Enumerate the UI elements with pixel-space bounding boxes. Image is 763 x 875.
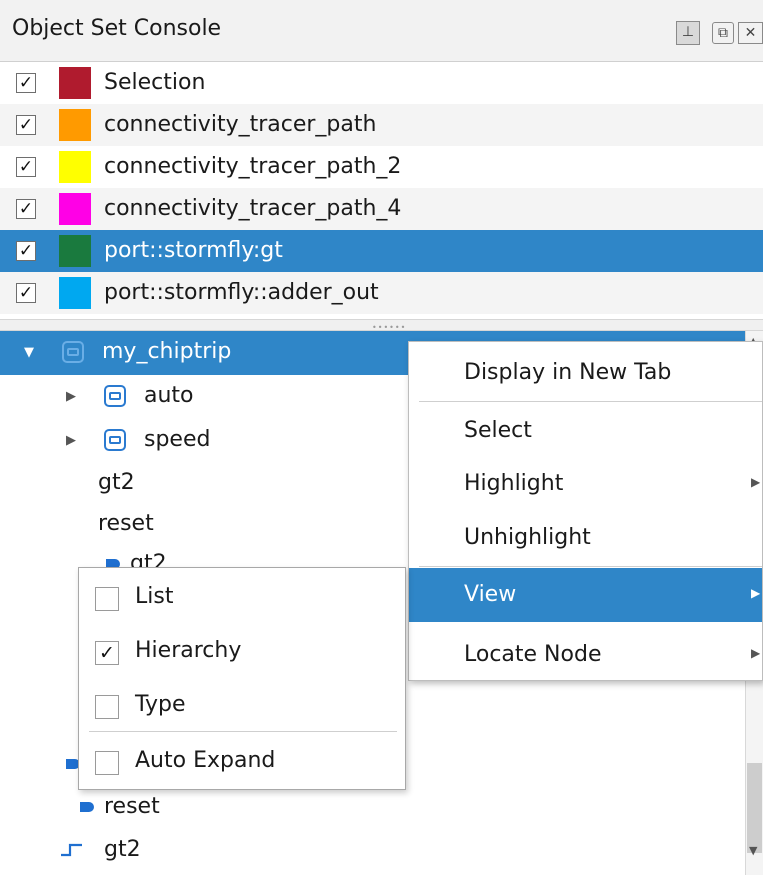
view-option-label: List xyxy=(135,584,174,609)
view-submenu: List ✓ Hierarchy Type Auto Expand xyxy=(78,567,406,790)
object-set-checkbox[interactable]: ✓ xyxy=(16,199,36,219)
float-icon[interactable]: ⧉ xyxy=(712,22,734,44)
object-set-checkbox[interactable]: ✓ xyxy=(16,283,36,303)
color-swatch[interactable] xyxy=(59,235,91,267)
tree-node-label: speed xyxy=(144,427,211,452)
tree-node-label: reset xyxy=(98,511,154,536)
menu-item-label: View xyxy=(464,582,517,607)
view-option-label: Type xyxy=(135,692,186,717)
tree-node[interactable]: reset xyxy=(0,786,745,830)
menu-item-unhighlight[interactable]: Unhighlight xyxy=(409,511,762,565)
object-set-label: connectivity_tracer_path_4 xyxy=(104,196,402,221)
menu-item-label: Highlight xyxy=(464,471,564,496)
object-set-row[interactable]: ✓ connectivity_tracer_path_2 xyxy=(0,146,763,188)
tree-node[interactable]: gt2 xyxy=(0,829,745,873)
view-checkbox[interactable] xyxy=(95,587,119,611)
view-option-list[interactable]: List xyxy=(79,570,405,624)
pane-splitter[interactable]: •••••• xyxy=(0,319,763,332)
menu-separator xyxy=(419,401,762,402)
menu-item-display-in-new-tab[interactable]: Display in New Tab xyxy=(409,346,762,400)
object-set-label: Selection xyxy=(104,70,206,95)
signal-icon xyxy=(61,843,82,857)
object-set-label: connectivity_tracer_path_2 xyxy=(104,154,402,179)
object-set-checkbox[interactable]: ✓ xyxy=(16,157,36,177)
tree-node-label: gt2 xyxy=(98,470,135,495)
view-option-type[interactable]: Type xyxy=(79,678,405,732)
tree-node-label: reset xyxy=(104,794,160,819)
expand-arrow-icon[interactable]: ▼ xyxy=(24,345,34,360)
color-swatch[interactable] xyxy=(59,277,91,309)
menu-item-highlight[interactable]: Highlight ▶ xyxy=(409,457,762,511)
object-set-list: ✓ Selection ✓ connectivity_tracer_path ✓… xyxy=(0,62,763,314)
object-set-row[interactable]: ✓ Selection xyxy=(0,62,763,104)
view-checkbox-checked[interactable]: ✓ xyxy=(95,641,119,665)
panel-title-bar: Object Set Console ⊥ ⧉ ✕ xyxy=(0,0,763,62)
color-swatch[interactable] xyxy=(59,109,91,141)
view-option-auto-expand[interactable]: Auto Expand xyxy=(79,734,405,788)
menu-item-label: Unhighlight xyxy=(464,525,591,550)
menu-item-label: Select xyxy=(464,418,532,443)
object-set-row[interactable]: ✓ port::stormfly::adder_out xyxy=(0,272,763,314)
view-checkbox[interactable] xyxy=(95,695,119,719)
object-set-row-selected[interactable]: ✓ port::stormfly:gt xyxy=(0,230,763,272)
scrollbar-thumb[interactable] xyxy=(747,763,762,853)
collapse-arrow-icon[interactable]: ▶ xyxy=(66,433,76,448)
menu-item-label: Locate Node xyxy=(464,642,602,667)
scroll-down-icon[interactable]: ▼ xyxy=(749,844,757,857)
menu-item-select[interactable]: Select xyxy=(409,404,762,458)
context-menu: Display in New Tab Select Highlight ▶ Un… xyxy=(408,341,763,681)
object-set-label: port::stormfly:gt xyxy=(104,238,283,263)
submenu-arrow-icon: ▶ xyxy=(751,586,761,600)
instance-icon xyxy=(62,341,84,363)
tree-node-label: auto xyxy=(144,383,194,408)
object-set-label: connectivity_tracer_path xyxy=(104,112,377,137)
pin-icon[interactable]: ⊥ xyxy=(676,21,700,45)
color-swatch[interactable] xyxy=(59,67,91,99)
object-set-checkbox[interactable]: ✓ xyxy=(16,73,36,93)
instance-icon xyxy=(104,429,126,451)
submenu-arrow-icon: ▶ xyxy=(751,475,761,489)
tree-node-label: gt2 xyxy=(104,837,141,862)
color-swatch[interactable] xyxy=(59,193,91,225)
view-option-label: Hierarchy xyxy=(135,638,242,663)
menu-item-locate-node[interactable]: Locate Node ▶ xyxy=(409,628,762,682)
view-checkbox[interactable] xyxy=(95,751,119,775)
object-set-row[interactable]: ✓ connectivity_tracer_path_4 xyxy=(0,188,763,230)
close-icon[interactable]: ✕ xyxy=(738,22,763,44)
panel-title: Object Set Console xyxy=(12,16,222,41)
menu-item-label: Display in New Tab xyxy=(464,360,672,385)
view-option-label: Auto Expand xyxy=(135,748,276,773)
tree-node-label: my_chiptrip xyxy=(102,339,232,364)
object-set-checkbox[interactable]: ✓ xyxy=(16,115,36,135)
object-set-label: port::stormfly::adder_out xyxy=(104,280,379,305)
menu-item-view[interactable]: View ▶ xyxy=(409,568,762,622)
submenu-arrow-icon: ▶ xyxy=(751,646,761,660)
menu-separator xyxy=(89,731,397,732)
port-icon xyxy=(80,802,94,812)
view-option-hierarchy[interactable]: ✓ Hierarchy xyxy=(79,624,405,678)
color-swatch[interactable] xyxy=(59,151,91,183)
object-set-row[interactable]: ✓ connectivity_tracer_path xyxy=(0,104,763,146)
object-set-checkbox[interactable]: ✓ xyxy=(16,241,36,261)
instance-icon xyxy=(104,385,126,407)
menu-separator xyxy=(419,566,762,567)
collapse-arrow-icon[interactable]: ▶ xyxy=(66,389,76,404)
